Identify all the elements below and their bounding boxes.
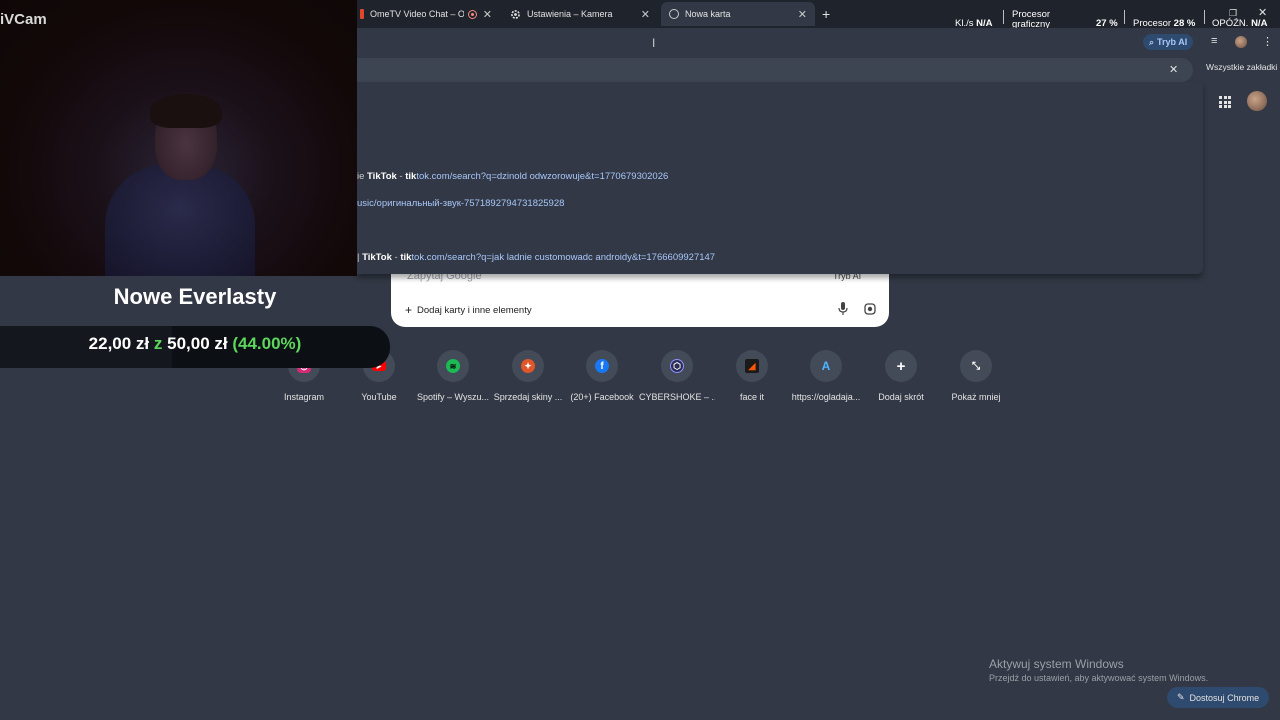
lens-icon[interactable]: [864, 303, 876, 315]
shortcut-skins[interactable]: ✦ Sprzedaj skiny ...: [490, 350, 566, 402]
perf-divider: [1003, 10, 1004, 24]
shortcut-show-less[interactable]: ⤡ Pokaż mniej: [938, 350, 1014, 402]
recording-icon: [467, 9, 477, 19]
profile-avatar[interactable]: [1235, 36, 1247, 48]
suggestion-item[interactable]: ie TikTok - tiktok.com/search?q=dzinold …: [357, 171, 668, 182]
tab-title: Ustawienia – Kamera: [527, 9, 613, 19]
shortcut-circle: +: [885, 350, 917, 382]
ai-mode-button[interactable]: ⌕ Tryb AI: [1143, 34, 1194, 50]
shortcut-label: Instagram: [283, 392, 325, 402]
tab-ometv[interactable]: OmeTV Video Chat – Ome ✕: [352, 2, 500, 26]
shortcut-cybershoke[interactable]: ⬡ CYBERSHOKE – ...: [639, 350, 715, 402]
apps-grid-icon[interactable]: [1219, 96, 1231, 108]
chrome-icon: [669, 9, 679, 19]
ai-mode-label: Tryb AI: [1157, 37, 1188, 47]
suggestion-url-match: tik: [405, 171, 417, 182]
shortcut-label: YouTube: [361, 392, 397, 402]
suggestion-url: tok.com/search?q=dzinold odwzorowuje&t=1…: [416, 171, 669, 182]
spotify-icon: ≋: [446, 359, 460, 373]
shortcut-circle: A: [810, 350, 842, 382]
shortcut-label: Dodaj skrót: [878, 392, 924, 402]
add-tabs-label: Dodaj karty i inne elementy: [417, 304, 532, 316]
shortcut-label: (20+) Facebook: [570, 392, 634, 402]
tab-title: Nowa karta: [685, 9, 731, 19]
close-window-icon[interactable]: ✕: [1258, 6, 1267, 19]
cybershoke-icon: ⬡: [670, 359, 684, 373]
close-icon[interactable]: ✕: [798, 8, 807, 21]
shortcut-label: https://ogladaja...: [791, 392, 861, 402]
goal-progress-text: 22,00 zł z 50,00 zł (44.00%): [0, 334, 390, 354]
collapse-icon: ⤡: [972, 360, 980, 372]
goal-current: 22,00 zł: [88, 334, 150, 353]
text-cursor-icon: I: [652, 36, 656, 50]
shortcut-circle: f: [586, 350, 618, 382]
tab-search-icon[interactable]: ≡: [1211, 35, 1217, 47]
tab-settings-camera[interactable]: Ustawienia – Kamera ✕: [502, 2, 658, 26]
suggestion-item[interactable]: | TikTok - tiktok.com/search?q=jak ladni…: [357, 252, 715, 263]
perf-divider: [1124, 10, 1125, 24]
shortcut-label: Sprzedaj skiny ...: [493, 392, 563, 402]
webcam-app-label: iVCam: [0, 11, 47, 28]
goal-target: 50,00 zł: [167, 334, 228, 353]
goal-percent: (44.00%): [232, 334, 302, 353]
more-menu-icon[interactable]: ⋮: [1262, 35, 1273, 48]
plus-icon: +: [896, 357, 906, 375]
restore-window-icon[interactable]: ❐: [1229, 8, 1237, 19]
close-icon[interactable]: ✕: [483, 8, 492, 21]
customize-chrome-button[interactable]: ✎ Dostosuj Chrome: [1167, 687, 1270, 708]
suggestion-url: tok.com/search?q=jak ladnie customowadc …: [411, 252, 716, 263]
pencil-icon: ✎: [1177, 692, 1185, 702]
goal-title: Nowe Everlasty: [113, 284, 277, 309]
suggestion-site: TikTok: [362, 252, 392, 263]
shortcut-spotify[interactable]: ≋ Spotify – Wyszu...: [415, 350, 491, 402]
webcam-person-body: [105, 165, 255, 276]
gpu-label: Procesor graficzny: [1012, 10, 1050, 30]
perf-divider: [1204, 10, 1205, 24]
shortcut-label: Pokaż mniej: [951, 392, 1001, 402]
address-bar[interactable]: [357, 58, 1193, 82]
search-sparkle-icon: ⌕: [1149, 36, 1155, 47]
suggestion-site: TikTok: [367, 171, 397, 182]
suggestion-url: usic/оригинальный-звук-75718927947318259…: [357, 198, 565, 209]
customize-chrome-label: Dostosuj Chrome: [1189, 692, 1260, 703]
windows-activation-title: Aktywuj system Windows: [989, 657, 1124, 671]
facebook-icon: f: [595, 359, 609, 373]
gear-icon: [510, 9, 521, 20]
tab-new-tab[interactable]: Nowa karta ✕: [661, 2, 815, 26]
shortcut-circle: ⤡: [960, 350, 992, 382]
site-icon: A: [821, 359, 831, 373]
suggestion-item[interactable]: usic/оригинальный-звук-75718927947318259…: [357, 198, 564, 209]
all-bookmarks-link[interactable]: Wszystkie zakładki: [1206, 62, 1277, 72]
webcam-person-hair: [150, 94, 222, 128]
shortcut-circle: ◢: [736, 350, 768, 382]
shortcut-circle: ≋: [437, 350, 469, 382]
suggestion-prefix: ie: [357, 171, 368, 182]
clear-omnibox-icon[interactable]: ✕: [1169, 63, 1178, 76]
shortcut-circle: ⬡: [661, 350, 693, 382]
shortcut-circle: ✦: [512, 350, 544, 382]
suggestion-dash: -: [396, 171, 406, 182]
windows-activation-subtitle: Przejdź do ustawień, aby aktywować syste…: [989, 673, 1209, 683]
shortcut-label: CYBERSHOKE – ...: [639, 392, 715, 402]
goal-separator: z: [153, 334, 163, 353]
ometv-favicon-icon: [360, 9, 364, 19]
shortcut-label: Spotify – Wyszu...: [417, 392, 489, 402]
webcam-overlay: iVCam: [0, 0, 357, 276]
shortcut-facebook[interactable]: f (20+) Facebook: [564, 350, 640, 402]
faceit-icon: ◢: [745, 359, 759, 373]
add-tabs-button[interactable]: + Dodaj karty i inne elementy: [405, 303, 532, 317]
suggestion-url-match: tik: [400, 252, 412, 263]
tab-title: OmeTV Video Chat – Ome: [370, 9, 464, 19]
shortcut-add[interactable]: + Dodaj skrót: [863, 350, 939, 402]
skins-icon: ✦: [521, 359, 535, 373]
shortcut-faceit[interactable]: ◢ face it: [714, 350, 790, 402]
shortcut-label: face it: [739, 392, 764, 402]
new-tab-button[interactable]: +: [822, 6, 830, 22]
microphone-icon[interactable]: [838, 302, 848, 316]
shortcut-site[interactable]: A https://ogladaja...: [788, 350, 864, 402]
close-icon[interactable]: ✕: [641, 8, 650, 21]
ntp-profile-avatar[interactable]: [1247, 91, 1267, 111]
plus-icon: +: [405, 303, 413, 317]
